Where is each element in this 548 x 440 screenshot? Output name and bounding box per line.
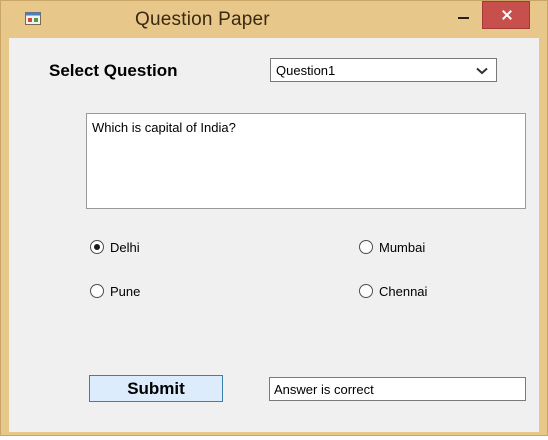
result-textbox[interactable]: Answer is correct [269, 377, 526, 401]
result-text: Answer is correct [274, 382, 374, 397]
option-pune-radio[interactable]: Pune [90, 282, 140, 300]
option-delhi-label[interactable]: Delhi [110, 240, 140, 255]
form-client-area: Select Question Question1 Which is capit… [9, 38, 539, 432]
app-window: Question Paper Select Question Question1… [0, 0, 548, 436]
radio-unchecked-icon[interactable] [90, 284, 104, 298]
radio-unchecked-icon[interactable] [359, 284, 373, 298]
radio-checked-icon[interactable] [90, 240, 104, 254]
option-delhi-radio[interactable]: Delhi [90, 238, 140, 256]
form-app-icon [25, 12, 41, 25]
radio-unchecked-icon[interactable] [359, 240, 373, 254]
question-select[interactable]: Question1 [270, 58, 497, 82]
title-bar[interactable]: Question Paper [1, 1, 548, 37]
option-chennai-radio[interactable]: Chennai [359, 282, 427, 300]
submit-button[interactable]: Submit [89, 375, 223, 402]
question-text: Which is capital of India? [92, 120, 236, 135]
close-button[interactable] [482, 1, 530, 29]
question-select-value: Question1 [276, 63, 336, 78]
option-chennai-label[interactable]: Chennai [379, 284, 427, 299]
option-pune-label[interactable]: Pune [110, 284, 140, 299]
option-mumbai-radio[interactable]: Mumbai [359, 238, 425, 256]
question-textbox[interactable]: Which is capital of India? [86, 113, 526, 209]
chevron-down-icon[interactable] [476, 67, 488, 75]
select-question-label: Select Question [49, 61, 178, 80]
option-mumbai-label[interactable]: Mumbai [379, 240, 425, 255]
window-title: Question Paper [135, 9, 270, 30]
